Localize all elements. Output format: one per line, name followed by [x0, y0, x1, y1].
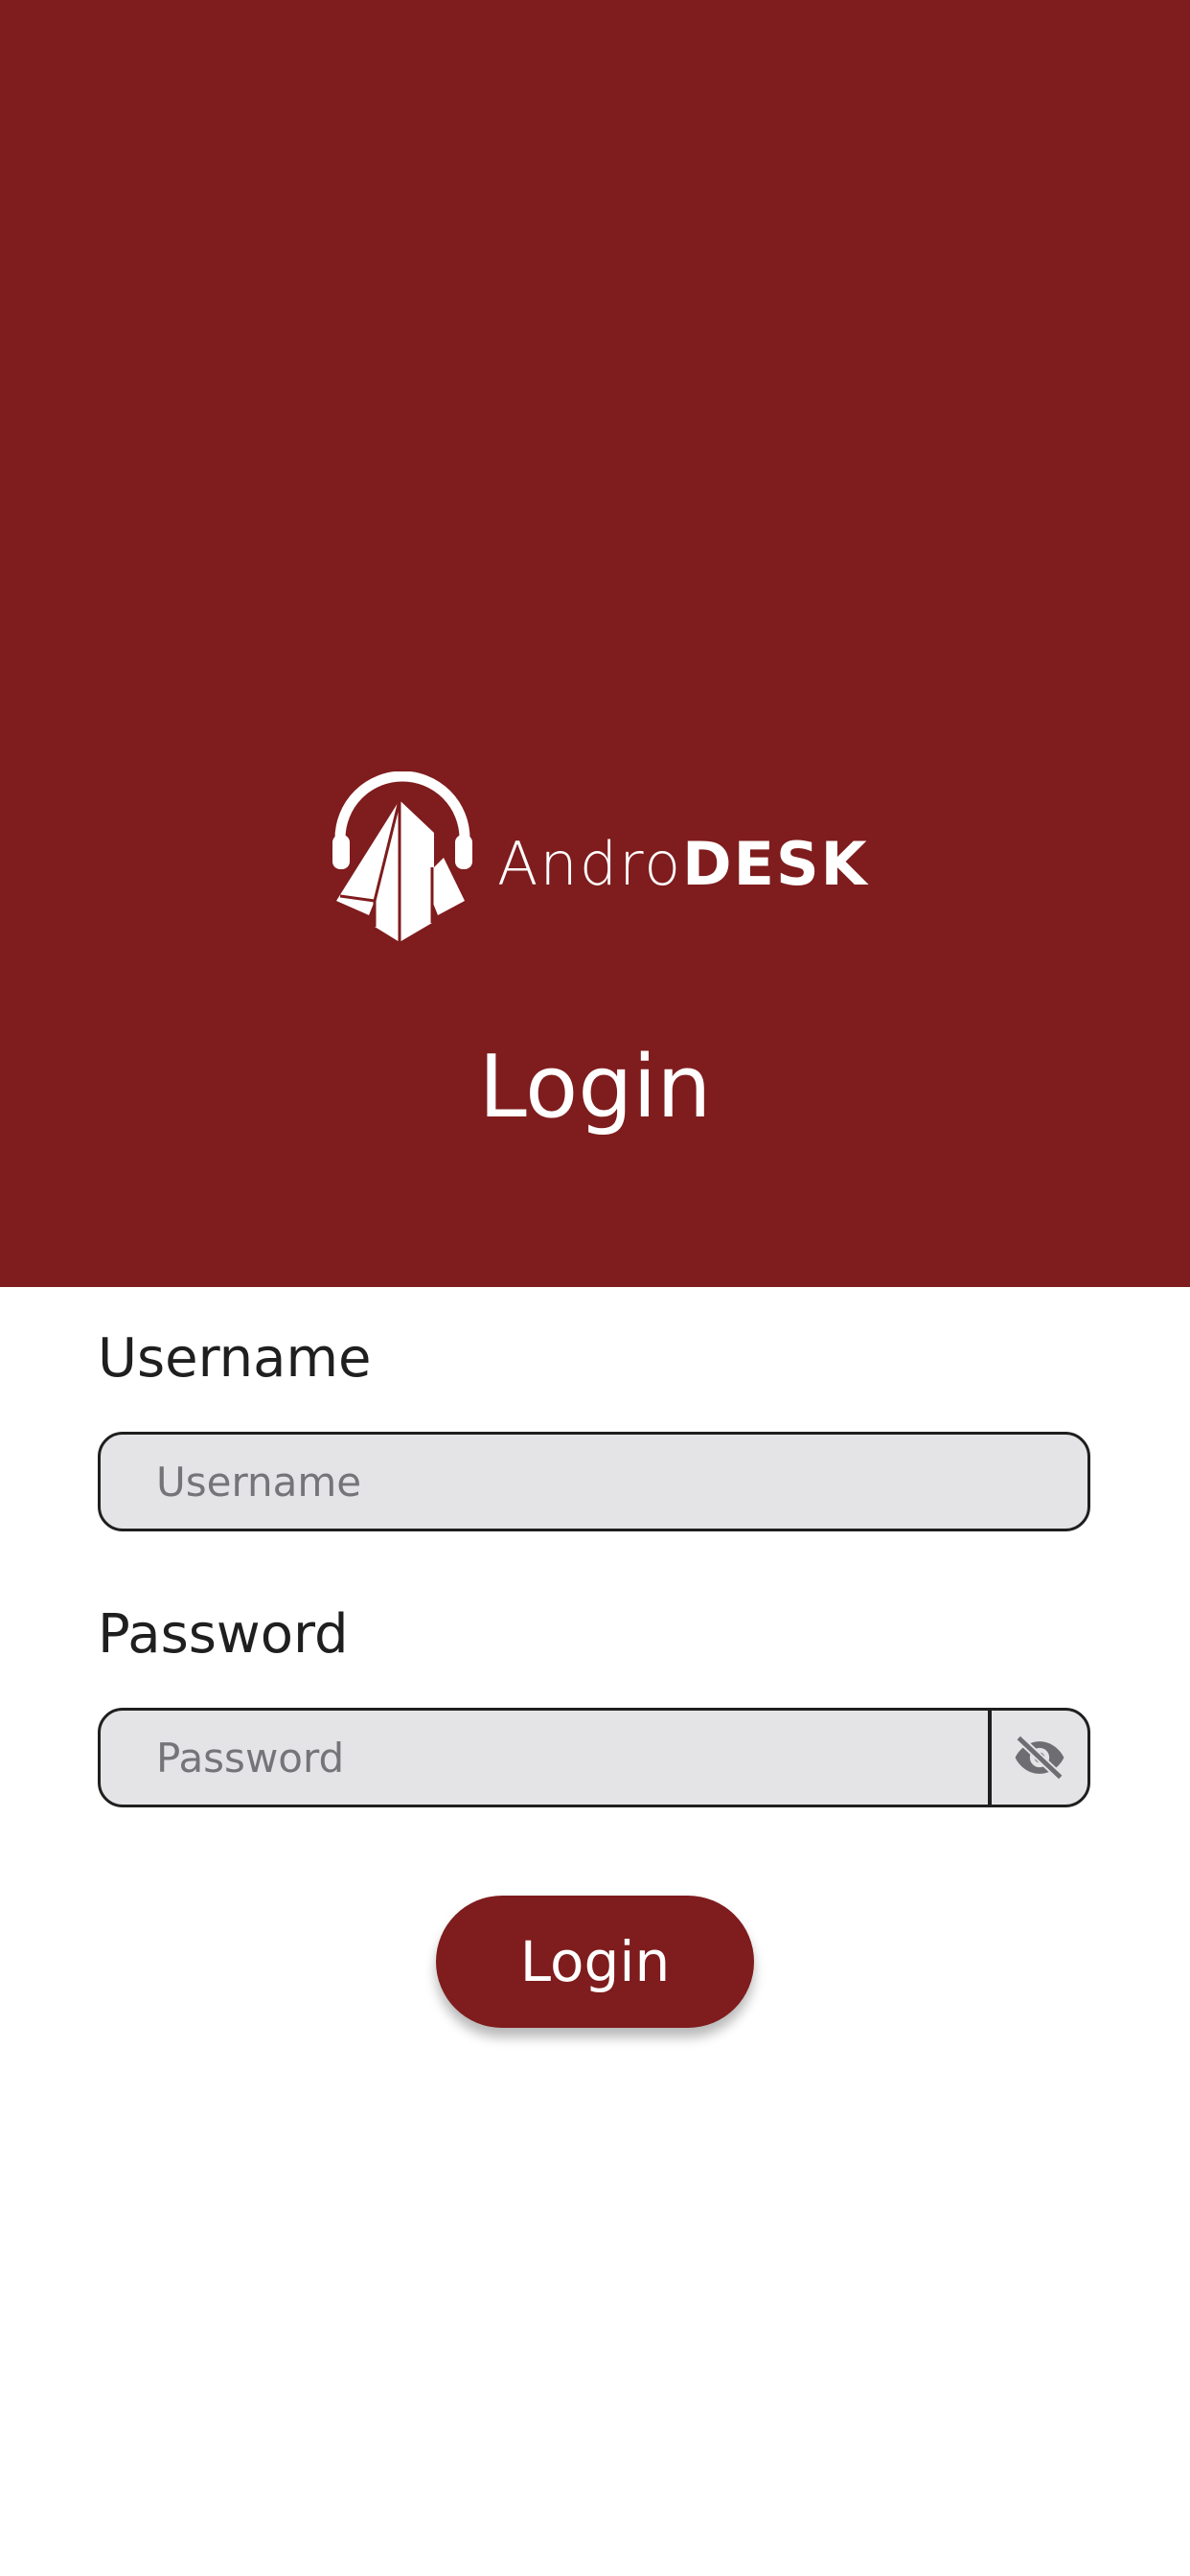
password-visibility-toggle[interactable]	[988, 1711, 1087, 1805]
username-label: Username	[98, 1327, 372, 1390]
brand-name: AndroDESK	[497, 834, 869, 894]
password-input[interactable]	[101, 1711, 988, 1805]
eye-off-icon	[1015, 1735, 1064, 1781]
brand-name-bold: DESK	[682, 828, 869, 899]
headset-arrow-logo-icon	[332, 771, 472, 942]
brand-name-light: Andro	[497, 828, 683, 899]
login-header: AndroDESK Login	[0, 0, 1190, 1287]
password-label: Password	[98, 1603, 349, 1666]
password-field-container	[98, 1708, 1090, 1807]
username-field-container	[98, 1432, 1090, 1531]
brand-logo-lockup: AndroDESK	[331, 771, 869, 949]
username-input[interactable]	[101, 1435, 1087, 1529]
page-title: Login	[478, 1037, 712, 1138]
login-button[interactable]: Login	[436, 1896, 754, 2028]
